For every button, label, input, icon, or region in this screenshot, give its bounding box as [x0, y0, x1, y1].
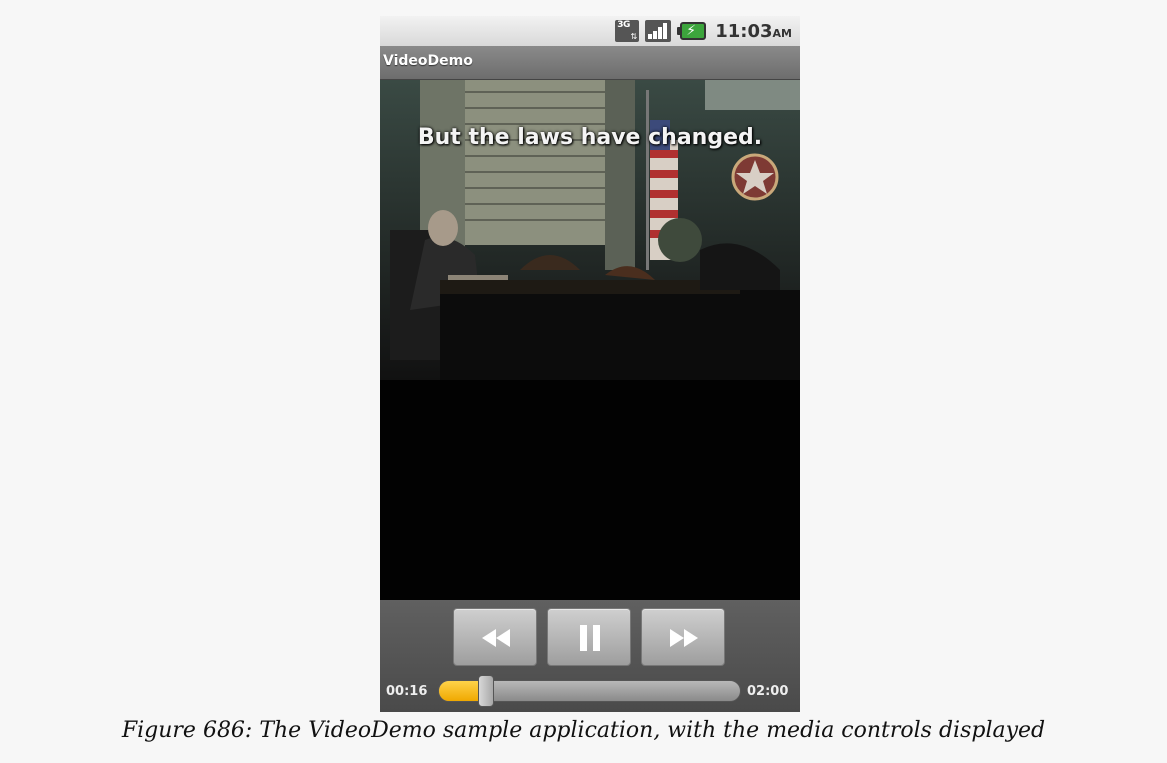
pause-icon	[580, 625, 600, 651]
status-clock: 11:03AM	[715, 21, 792, 42]
elapsed-time: 00:16	[386, 684, 428, 699]
status-bar: 3G ⇅ ⚡ 11:03AM	[380, 16, 800, 46]
media-controls: 00:16 02:00	[380, 600, 800, 712]
battery-charging-icon: ⚡	[677, 20, 707, 42]
fast-forward-icon	[670, 629, 698, 647]
video-view[interactable]: But the laws have changed.	[380, 80, 800, 600]
video-subtitle: But the laws have changed.	[417, 125, 763, 150]
status-icons: 3G ⇅ ⚡ 11:03AM	[615, 19, 792, 43]
fast-forward-button[interactable]	[641, 608, 725, 666]
phone-screen: 3G ⇅ ⚡ 11:03AM VideoDemo But the laws ha…	[380, 16, 800, 712]
seek-bar-thumb[interactable]	[478, 675, 494, 707]
figure-caption: Figure 686: The VideoDemo sample applica…	[121, 718, 1046, 743]
pause-button[interactable]	[547, 608, 631, 666]
signal-icon	[645, 20, 672, 42]
rewind-button[interactable]	[453, 608, 537, 666]
total-duration: 02:00	[747, 684, 789, 699]
3g-data-icon: 3G ⇅	[615, 20, 640, 42]
clock-ampm: AM	[772, 26, 792, 40]
clock-time: 11:03	[715, 20, 773, 42]
app-title-bar: VideoDemo	[380, 46, 800, 80]
app-title: VideoDemo	[383, 53, 473, 69]
rewind-icon	[482, 629, 510, 647]
network-type-label: 3G	[617, 20, 630, 30]
